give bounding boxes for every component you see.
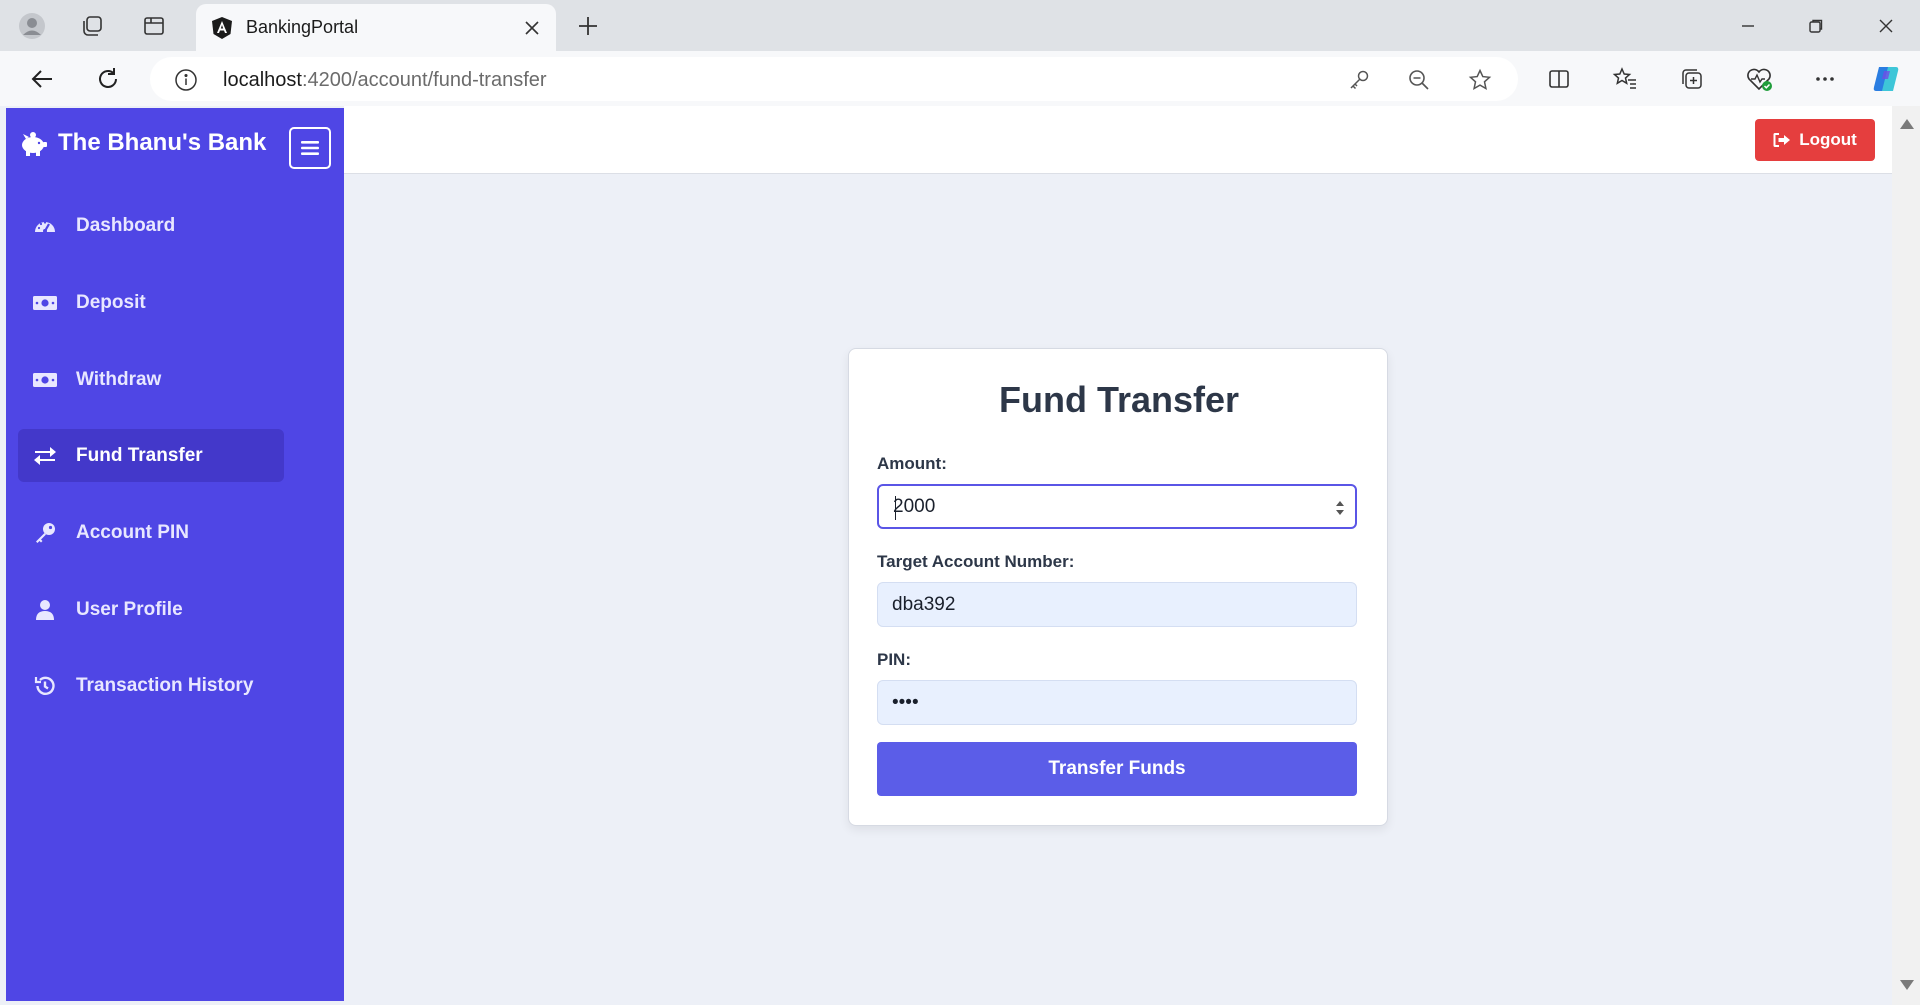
logout-button[interactable]: Logout <box>1755 119 1875 161</box>
sidebar-item-user-profile[interactable]: User Profile <box>18 583 284 636</box>
sidebar-item-label: Account PIN <box>76 521 189 543</box>
sidebar-item-account-pin[interactable]: Account PIN <box>18 506 284 559</box>
target-account-value: dba392 <box>892 593 956 615</box>
sidebar-item-label: Transaction History <box>76 674 254 696</box>
sidebar-item-label: Deposit <box>76 291 146 313</box>
pin-label: PIN: <box>877 650 911 669</box>
sidebar-item-label: User Profile <box>76 598 183 620</box>
new-tab-icon[interactable] <box>570 8 606 44</box>
minimize-icon[interactable] <box>1714 0 1782 51</box>
close-tab-icon[interactable] <box>518 14 546 42</box>
favorite-star-icon[interactable] <box>1466 66 1494 94</box>
sidebar-item-fund-transfer[interactable]: Fund Transfer <box>18 429 284 482</box>
scroll-up-icon[interactable] <box>1900 119 1914 129</box>
page-title: Fund Transfer <box>998 379 1240 420</box>
hamburger-icon <box>301 141 319 155</box>
gauge-icon <box>32 213 58 239</box>
active-tab[interactable]: BankingPortal <box>196 4 556 51</box>
sidebar-item-label: Dashboard <box>76 214 176 236</box>
scroll-down-icon[interactable] <box>1900 980 1914 990</box>
user-icon <box>32 597 58 623</box>
sidebar-item-dashboard[interactable]: Dashboard <box>18 199 284 252</box>
money-bill-icon <box>32 290 58 316</box>
sidebar-item-label: Fund Transfer <box>76 444 203 466</box>
tab-actions-icon[interactable] <box>136 8 172 44</box>
logout-label: Logout <box>1799 130 1857 149</box>
collections-icon[interactable] <box>1673 60 1711 98</box>
url-text[interactable]: localhost:4200/account/fund-transfer <box>223 69 547 92</box>
zoom-out-icon[interactable] <box>1405 66 1433 94</box>
number-spinner-icon[interactable] <box>1335 498 1345 518</box>
brand[interactable]: The Bhanu's Bank <box>18 128 266 158</box>
piggy-bank-icon <box>22 132 47 156</box>
top-header <box>344 106 1892 174</box>
browser-tab-bar: BankingPortal <box>0 0 1920 51</box>
angular-favicon-icon <box>212 17 232 39</box>
address-bar[interactable]: localhost:4200/account/fund-transfer <box>150 57 1518 101</box>
sidebar-item-withdraw[interactable]: Withdraw <box>18 353 284 406</box>
amount-input[interactable]: 2000 <box>877 484 1357 529</box>
password-key-icon[interactable] <box>1345 66 1373 94</box>
favorites-icon[interactable] <box>1606 60 1644 98</box>
browser-toolbar: localhost:4200/account/fund-transfer <box>0 51 1920 106</box>
close-window-icon[interactable] <box>1852 0 1920 51</box>
target-account-label: Target Account Number: <box>877 552 1075 571</box>
site-info-icon[interactable] <box>174 68 198 92</box>
exchange-icon <box>32 443 58 469</box>
pin-input[interactable]: •••• <box>877 680 1357 725</box>
tab-title: BankingPortal <box>246 17 359 37</box>
history-icon <box>32 673 58 699</box>
copilot-icon[interactable] <box>1867 60 1905 98</box>
brand-name: The Bhanu's Bank <box>58 129 267 156</box>
back-icon[interactable] <box>22 59 62 99</box>
sidebar-toggle-button[interactable] <box>289 127 331 169</box>
fund-transfer-card: Fund Transfer Amount: 2000 Target Accoun… <box>848 348 1388 826</box>
vertical-scrollbar[interactable] <box>1892 106 1920 1005</box>
pin-value: •••• <box>892 691 919 713</box>
sidebar-item-transaction-history[interactable]: Transaction History <box>18 659 284 712</box>
sign-out-icon <box>1773 133 1791 147</box>
key-icon <box>32 520 58 546</box>
page-viewport: The Bhanu's Bank Dashboard Deposit Withd… <box>0 106 1920 1005</box>
reload-icon[interactable] <box>88 59 128 99</box>
more-options-icon[interactable] <box>1806 60 1844 98</box>
target-account-input[interactable]: dba392 <box>877 582 1357 627</box>
browser-essentials-icon[interactable] <box>1740 60 1778 98</box>
money-bill-icon <box>32 367 58 393</box>
restore-icon[interactable] <box>1782 0 1850 51</box>
amount-value: 2000 <box>893 495 936 517</box>
amount-label: Amount: <box>877 454 947 473</box>
workspaces-icon[interactable] <box>74 8 110 44</box>
sidebar: The Bhanu's Bank Dashboard Deposit Withd… <box>6 108 344 1001</box>
profile-avatar-icon[interactable] <box>14 8 50 44</box>
text-caret <box>895 496 896 520</box>
split-screen-icon[interactable] <box>1540 60 1578 98</box>
sidebar-item-deposit[interactable]: Deposit <box>18 276 284 329</box>
sidebar-item-label: Withdraw <box>76 368 162 390</box>
transfer-funds-button[interactable]: Transfer Funds <box>877 742 1357 796</box>
